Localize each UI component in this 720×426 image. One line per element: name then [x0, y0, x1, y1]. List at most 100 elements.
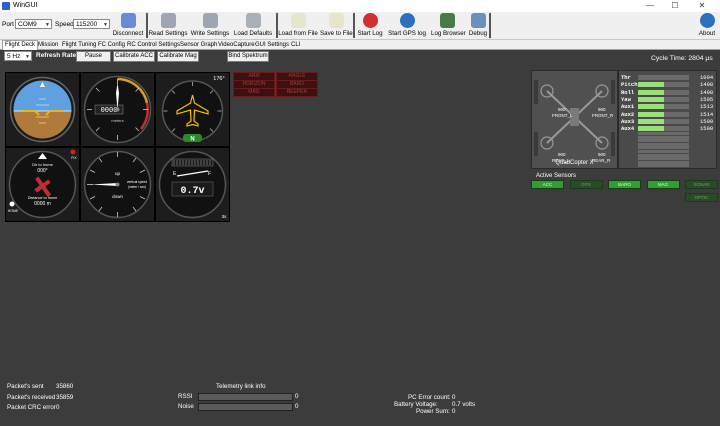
log-browser-button[interactable]: Log Browser — [431, 12, 466, 39]
rc-channel-bar — [638, 82, 689, 88]
start-gps-log-button[interactable]: Start GPS log — [387, 12, 427, 39]
sensor-mag: MAG — [646, 180, 680, 189]
load-defaults-button[interactable]: Load Defaults — [232, 12, 274, 39]
tab-flight-tuning[interactable]: Flight Tuning — [60, 41, 98, 49]
read-settings-button[interactable]: Read Settings — [148, 12, 188, 39]
debug-icon — [470, 13, 486, 28]
window-title: WinGUI — [13, 2, 38, 9]
rc-channel-name: Aux3 — [621, 117, 635, 125]
refresh-rate-select[interactable]: 5 Hz ▼ — [4, 51, 32, 61]
disconnect-button[interactable]: Disconnect — [112, 12, 144, 39]
quad-type: QuadCopter X — [555, 160, 594, 166]
pause-button[interactable]: Pause — [76, 51, 111, 62]
rc-channel-name: Aux2 — [621, 110, 635, 118]
battery-cells: 3s — [222, 214, 228, 219]
rc-channels-panel: Thr 1004 Pitch 1498 Roll 1498 Yaw 1505 Aux1 1513 A… — [618, 70, 717, 169]
about-button[interactable]: About — [695, 12, 719, 39]
sensor-optic: OPTIC — [685, 193, 718, 202]
toolbar-button-label: About — [698, 30, 716, 37]
globe-icon — [399, 13, 415, 28]
speed-label: Speed — [55, 21, 74, 28]
rc-channel-bar — [638, 111, 689, 117]
noise-value: 0 — [295, 403, 299, 410]
sensor-acc: ACC — [531, 180, 564, 189]
rc-channel-aux3: Aux3 1500 — [621, 118, 716, 125]
port-select[interactable]: COM9 ▼ — [15, 19, 52, 29]
heading-indicator: 176° N — [155, 72, 230, 147]
tab-flight-deck[interactable]: Flight Deck — [2, 40, 39, 50]
rc-channel-name: Pitch — [621, 81, 638, 89]
speed-select[interactable]: 115200 ▼ — [73, 19, 110, 29]
info-icon — [699, 13, 715, 28]
tab-fc-config[interactable]: FC Config — [96, 41, 127, 49]
minimize-button[interactable]: — — [640, 1, 660, 11]
toolbar-button-label: Load Defaults — [233, 30, 273, 37]
start-log-button[interactable]: Start Log — [356, 12, 384, 39]
record-icon — [362, 13, 378, 28]
calibrate-acc-button[interactable]: Calibrate ACC — [113, 51, 155, 62]
bind-spektrum-button[interactable]: Bind Spektrum — [227, 51, 269, 62]
tab-videocapture[interactable]: VideoCapture — [216, 41, 257, 49]
motor-front-right-label: FRONT_R — [592, 113, 614, 118]
tab-cli[interactable]: CLI — [289, 41, 302, 49]
toolbar-button-label: Start GPS log — [388, 30, 426, 37]
refresh-rate-label: Refresh Rate — [36, 52, 77, 59]
rc-channel-name: Thr — [621, 74, 631, 81]
save-to-file-button[interactable]: Save to File — [320, 12, 353, 39]
cycle-time: Cycle Time: 2804 µs — [651, 55, 713, 62]
packets-received-value: 35859 — [56, 394, 74, 401]
packets-sent-label: Packet's sent — [7, 383, 44, 390]
debug-button[interactable]: Debug — [467, 12, 489, 39]
toolbar-separator — [353, 13, 355, 38]
rc-channel-value: 1004 — [700, 74, 714, 81]
rc-channel-fill — [638, 104, 664, 110]
pc-error-label: PC Error count: — [408, 394, 451, 401]
rc-channel-fill — [638, 82, 664, 88]
altimeter-unit: meters — [111, 118, 123, 123]
home-direction-indicator: Dir to home 000° Distance to home 0000 m… — [5, 147, 80, 222]
chevron-down-icon: ▼ — [25, 54, 30, 60]
motor-front-right-value: 900 — [598, 107, 606, 112]
rc-channel-bar — [638, 96, 689, 102]
rc-channel-value: 1505 — [700, 95, 714, 103]
rc-channel-value: 1498 — [700, 88, 714, 96]
port-label: Port — [2, 21, 14, 28]
home-dist-label: Distance to home — [28, 196, 58, 200]
altimeter-value: 0000 — [101, 107, 118, 115]
battery-indicator: E F 0.7v 3s — [155, 147, 230, 222]
rssi-label: RSSI — [178, 393, 193, 400]
battery-voltage: 0.7v — [180, 186, 204, 197]
svg-text:F: F — [208, 171, 211, 177]
mode-mag: MAG — [233, 88, 275, 97]
home-dir-value: 000° — [37, 168, 47, 174]
pc-error-value: 0 — [452, 394, 456, 401]
write-settings-button[interactable]: Write Settings — [190, 12, 230, 39]
tab-mission[interactable]: Mission — [36, 41, 60, 49]
rc-channel-thr: Thr 1004 — [621, 74, 716, 81]
calibrate-mag-button[interactable]: Calibrate Mag — [157, 51, 199, 62]
gear-read-icon — [160, 13, 176, 28]
close-button[interactable]: ✕ — [692, 1, 712, 11]
rc-channel-bar — [638, 118, 689, 124]
rc-channel-fill — [638, 89, 664, 95]
power-sum-label: Power Sum: — [416, 408, 450, 415]
load-from-file-button[interactable]: Load from File — [278, 12, 318, 39]
telemetry-title: Telemetry link info — [216, 383, 266, 390]
altimeter: 0000 meters — [80, 72, 155, 147]
vertical-speed-indicator: up down vertical speed (meter / sec) — [80, 147, 155, 222]
packets-received-label: Packet's received — [7, 394, 56, 401]
crc-error-label: Packet CRC error — [7, 404, 56, 411]
sensor-sonar: SONAR — [685, 180, 718, 189]
maximize-button[interactable]: ☐ — [665, 1, 685, 11]
toolbar: Port COM9 ▼ Speed 115200 ▼ Disconnect Read … — [0, 12, 720, 40]
tab-rc-control-settings[interactable]: RC Control Settings — [125, 41, 182, 49]
toolbar-button-label: Read Settings — [148, 30, 188, 37]
tab-sensor-graph[interactable]: Sensor Graph — [178, 41, 219, 49]
tab-gui-settings[interactable]: GUI Settings — [253, 41, 291, 49]
heading-value: 176° — [213, 76, 224, 82]
motor-rear-left-value: 900 — [558, 152, 566, 157]
rc-channel-name: Aux1 — [621, 103, 635, 111]
satellite-icon — [120, 13, 136, 28]
rc-channel-bar — [638, 75, 689, 80]
vario-down-label: down — [112, 194, 123, 199]
